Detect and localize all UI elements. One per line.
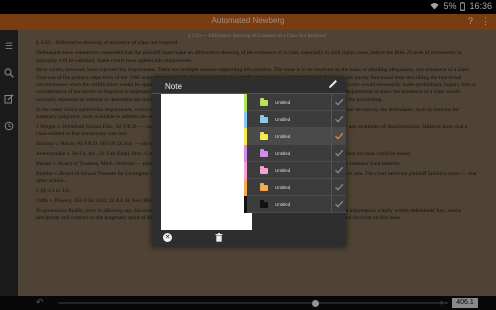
color-tag-label: Untitled — [275, 100, 291, 105]
folder-icon — [260, 149, 268, 157]
color-tag-label: Untitled — [275, 168, 291, 173]
note-dialog: Note Untitled Untitled Untitled Untitled Unt… — [152, 77, 346, 247]
folder-icon — [260, 98, 268, 106]
row-divider — [331, 111, 332, 128]
row-divider — [331, 145, 332, 162]
row-divider — [331, 94, 332, 111]
color-tag-label: Untitled — [275, 202, 291, 207]
color-tag-label: Untitled — [275, 151, 291, 156]
color-swatch-strip — [244, 128, 247, 145]
close-icon[interactable]: ✕ — [163, 233, 172, 242]
checkmark-icon[interactable] — [334, 97, 344, 107]
checkmark-icon[interactable] — [334, 199, 344, 209]
color-swatch-strip — [244, 111, 247, 128]
color-tag-label: Untitled — [275, 134, 291, 139]
color-swatch-strip — [244, 196, 247, 213]
folder-icon — [260, 132, 268, 140]
checkmark-icon[interactable] — [334, 182, 344, 192]
color-swatch-strip — [244, 179, 247, 196]
color-tag-list: Untitled Untitled Untitled Untitled Untitled… — [244, 94, 346, 213]
edit-pen-icon[interactable] — [327, 78, 339, 90]
row-divider — [331, 162, 332, 179]
checkmark-icon[interactable] — [334, 148, 344, 158]
color-swatch-strip — [244, 145, 247, 162]
color-tag-label: Untitled — [275, 185, 291, 190]
folder-icon — [260, 183, 268, 191]
color-swatch-strip — [244, 162, 247, 179]
folder-icon — [260, 166, 268, 174]
checkmark-icon[interactable] — [334, 114, 344, 124]
color-tag-row[interactable]: Untitled — [244, 94, 346, 111]
color-tag-row[interactable]: Untitled — [244, 145, 346, 162]
checkmark-icon[interactable] — [334, 165, 344, 175]
color-tag-row[interactable]: Untitled — [244, 179, 346, 196]
dialog-title: Note — [165, 82, 182, 91]
row-divider — [331, 196, 332, 213]
row-divider — [331, 179, 332, 196]
color-tag-row[interactable]: Untitled — [244, 111, 346, 128]
color-tag-row[interactable]: Untitled — [244, 162, 346, 179]
folder-icon — [260, 115, 268, 123]
dialog-actions: ✕ — [152, 232, 346, 247]
color-tag-label: Untitled — [275, 117, 291, 122]
folder-icon — [260, 200, 268, 208]
color-tag-row[interactable]: Untitled — [244, 128, 346, 145]
note-text-area[interactable] — [161, 94, 252, 230]
trash-icon[interactable] — [215, 233, 223, 242]
checkmark-icon[interactable] — [334, 131, 344, 141]
color-swatch-strip — [244, 94, 247, 111]
color-tag-row[interactable]: Untitled — [244, 196, 346, 213]
row-divider — [331, 128, 332, 145]
